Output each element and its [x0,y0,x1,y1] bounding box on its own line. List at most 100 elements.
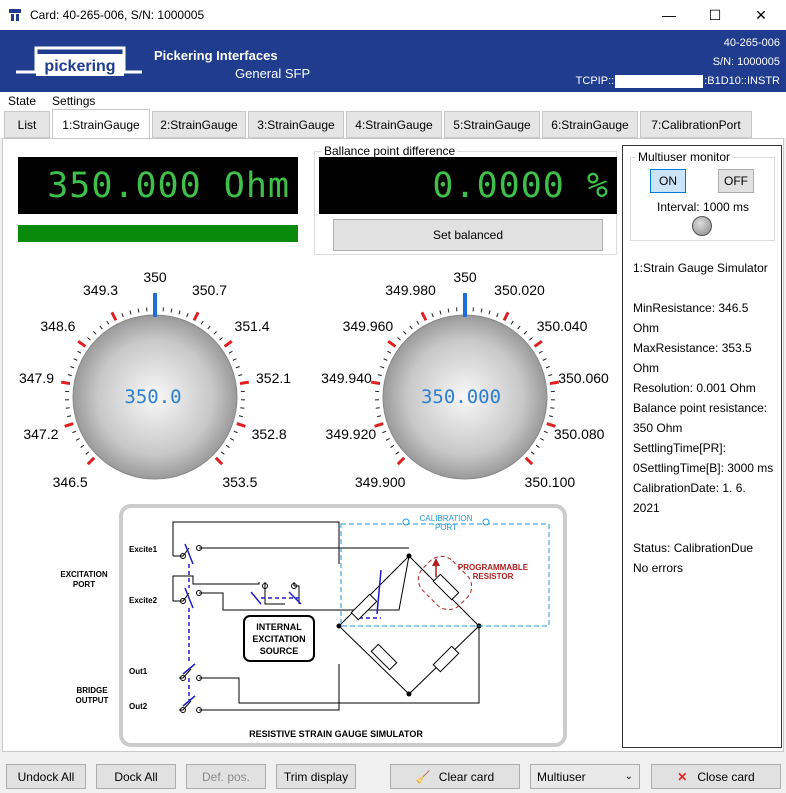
bridge-output-line-1: BRIDGE [76,686,108,695]
dial-tick [207,325,211,330]
multiuser-select[interactable]: Multiuser ⌄ [530,764,640,789]
excitation-port-label: EXCITATION PORT [48,570,120,590]
dial-scale-label: 349.3 [82,282,119,299]
dial-tick [230,437,235,441]
simulator-info: 1:Strain Gauge Simulator MinResistance: … [633,258,778,578]
dial-tick [377,415,382,418]
dial-tick [110,311,118,322]
dial-tick [192,311,200,322]
info-line: 1:Strain Gauge Simulator [633,261,768,275]
dial-tick [67,415,72,418]
tab-straingauge-1[interactable]: 1:StrainGauge [52,109,150,139]
undock-all-button[interactable]: Undock All [6,764,86,789]
dial-tick [533,339,543,348]
tab-strip: List 1:StrainGauge 2:StrainGauge 3:Strai… [0,109,786,139]
dock-all-button[interactable]: Dock All [96,764,176,789]
title-bar: Card: 40-265-006, S/N: 1000005 — ☐ ✕ [0,0,786,30]
dial-tick [67,374,72,377]
dial-tick [375,407,380,409]
info-line: CalibrationDate: 1. 6. [633,481,746,495]
tab-straingauge-6[interactable]: 6:StrainGauge [542,111,638,138]
dial-tick [238,415,243,418]
bridge-output-line-2: OUTPUT [75,696,109,705]
close-card-button[interactable]: ✕ Close card [651,764,781,789]
clear-card-button[interactable]: 🧹 Clear card [390,764,520,789]
dial-tick [228,350,233,354]
dial-tick [530,451,535,455]
dial-tick [420,311,428,322]
dial-scale-label: 349.980 [385,282,436,299]
source-label-3: SOURCE [260,646,299,656]
tab-calibrationport[interactable]: 7:CalibrationPort [640,111,752,138]
dial-tick [93,331,97,335]
info-line [633,278,778,298]
dial-tick [380,366,385,369]
redacted-address [615,74,704,88]
set-balanced-button[interactable]: Set balanced [333,219,603,251]
tab-straingauge-5[interactable]: 5:StrainGauge [444,111,540,138]
dial-scale-label: 353.5 [222,473,258,490]
dial-tick [397,337,401,341]
dial-tick [65,407,70,409]
dial-tick [129,310,132,315]
card-number: 40-265-006 [723,37,780,49]
trim-display-button[interactable]: Trim display [276,764,356,789]
dial-tick [121,313,124,318]
tab-straingauge-3[interactable]: 3:StrainGauge [248,111,344,138]
info-line: MinResistance: 346.5 [633,301,749,315]
dial-scale-label: 350.060 [558,370,609,387]
multiuser-on-button[interactable]: ON [650,169,686,193]
info-line: Status: CalibrationDue [633,541,754,555]
dial-tick [232,358,237,361]
minimize-button[interactable]: — [646,0,692,30]
dial-scale-label: 350.7 [191,282,227,299]
dial-tick [60,380,71,386]
dial-tick [213,331,217,335]
tab-list[interactable]: List [4,111,50,138]
resistance-bar [18,225,298,242]
dial-tick [416,320,420,325]
tab-straingauge-2[interactable]: 2:StrainGauge [152,111,246,138]
brand-product: General SFP [235,66,311,81]
dial-tick [390,444,395,449]
source-label-1: INTERNAL [256,622,302,632]
dial1-value: 350.0 [124,386,182,408]
header-banner: pickering Pickering Interfaces General S… [0,30,786,92]
tab-straingauge-4[interactable]: 4:StrainGauge [346,111,442,138]
calibration-port-label-2: PORT [435,523,457,532]
multiuser-select-value: Multiuser [537,769,586,784]
dial-tick [523,331,527,335]
dial-scale-label: 352.1 [255,370,292,387]
interval-label: Interval: 1000 ms [657,200,750,214]
out1-label: Out1 [129,667,148,676]
dial-tick [542,358,547,361]
serial-number: S/N: 1000005 [712,56,780,68]
dial-tick [86,456,96,466]
menu-state[interactable]: State [0,94,44,108]
maximize-button[interactable]: ☐ [692,0,738,30]
dial-tick [382,430,387,434]
strain-gauge-diagram: INTERNAL EXCITATION SOURCE EXCITATION Ex… [119,504,567,747]
resistance-display: 350.000 Ohm [18,157,298,214]
info-line: MaxResistance: 353.5 [633,341,752,355]
dial-tick [239,380,250,386]
clear-card-label: Clear card [438,769,495,784]
dial-tick [550,407,555,409]
default-position-button[interactable]: Def. pos. [186,764,266,789]
dial-tick [431,313,434,318]
close-window-button[interactable]: ✕ [738,0,784,30]
dial-tick [439,310,442,315]
dial-tick [87,337,91,341]
info-line: 2021 [633,501,660,515]
info-line: SettlingTime[PR]: [633,441,726,455]
info-line: 350 Ohm [633,421,683,435]
dial-scale-label: 347.9 [18,370,54,387]
dial-tick [548,415,553,418]
resource-string: TCPIP:::B1D10::INSTR [576,72,780,91]
dial-tick [370,380,381,386]
dial-tick [238,374,243,377]
dial-tick [545,366,550,369]
multiuser-off-button[interactable]: OFF [718,169,754,193]
menu-settings[interactable]: Settings [44,94,103,108]
dial-tick [223,339,233,348]
